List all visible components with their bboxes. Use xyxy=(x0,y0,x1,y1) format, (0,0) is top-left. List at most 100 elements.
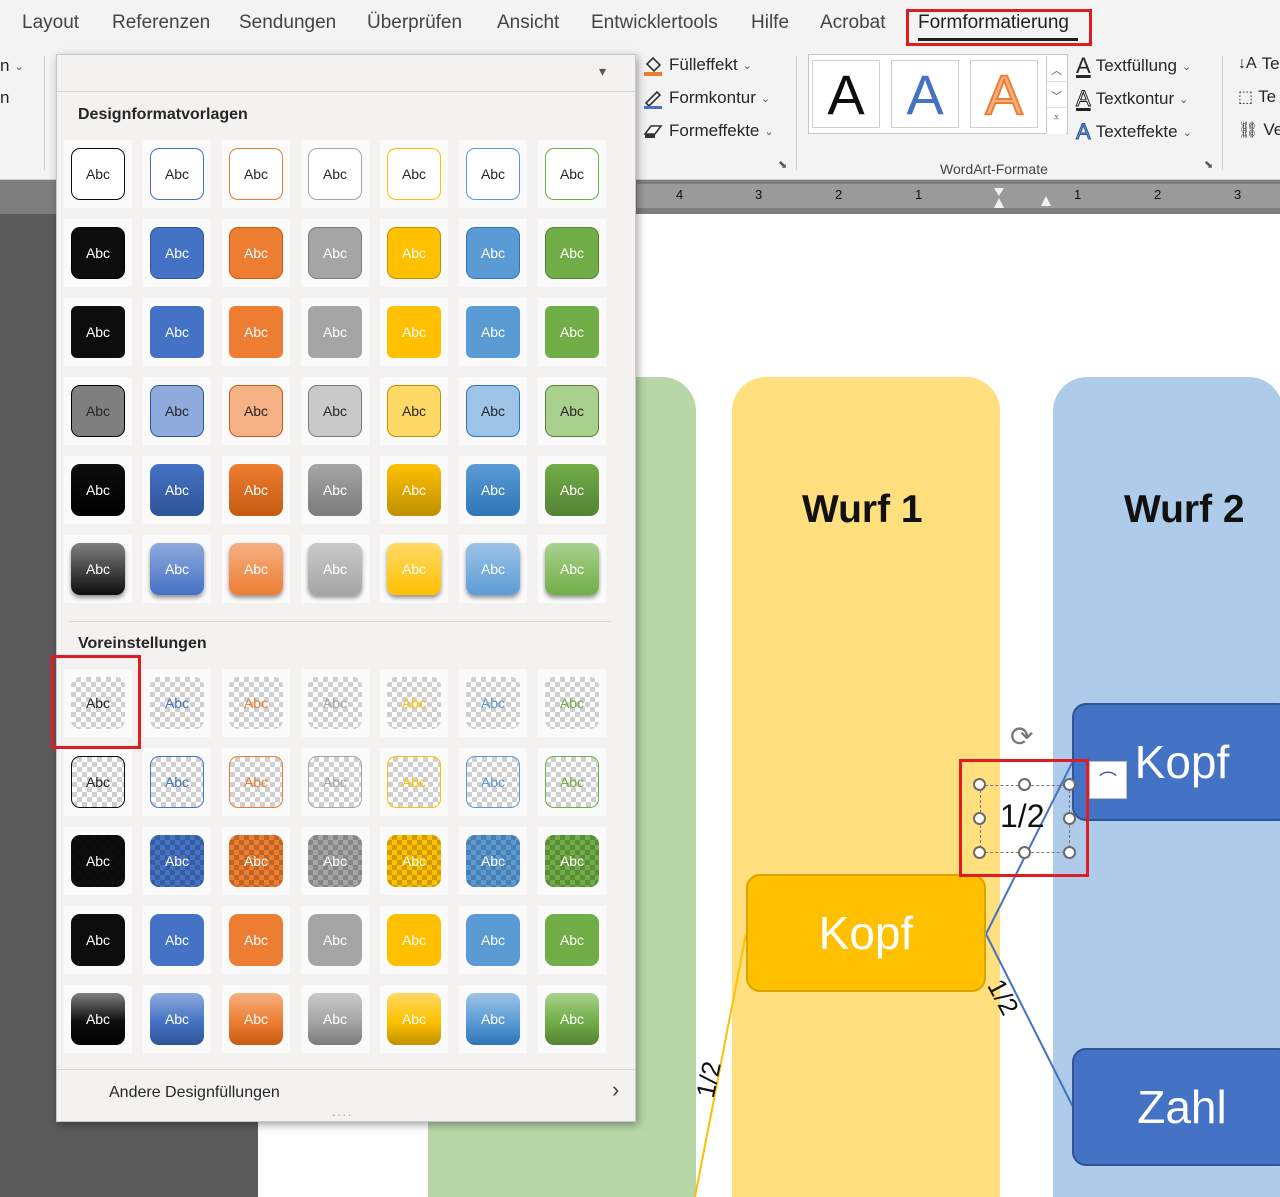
style-option-transparent-outline-orange[interactable]: Abc xyxy=(222,748,290,816)
style-option-shadow-gold[interactable]: Abc xyxy=(380,535,448,603)
style-option-light-gray[interactable]: Abc xyxy=(301,377,369,445)
style-option-light-green[interactable]: Abc xyxy=(538,377,606,445)
style-option-gradient-blue[interactable]: Abc xyxy=(143,456,211,524)
style-option-flat-gold[interactable]: Abc xyxy=(380,906,448,974)
style-option-semi-black[interactable]: Abc xyxy=(64,827,132,895)
style-option-solid-lightblue[interactable]: Abc xyxy=(459,298,527,366)
style-option-light-gold[interactable]: Abc xyxy=(380,377,448,445)
style-option-transparent-gold[interactable]: Abc xyxy=(380,669,448,737)
style-option-gradient-lightblue[interactable]: Abc xyxy=(459,456,527,524)
style-option-gradient-orange[interactable]: Abc xyxy=(222,456,290,524)
dialog-launcher-icon[interactable]: ⬊ xyxy=(1204,158,1213,171)
style-option-transparent-outline-gray[interactable]: Abc xyxy=(301,748,369,816)
style-option-solid-green[interactable]: Abc xyxy=(538,298,606,366)
style-option-transparent-orange[interactable]: Abc xyxy=(222,669,290,737)
style-option-transparent-blue[interactable]: Abc xyxy=(143,669,211,737)
style-option-solid-orange[interactable]: Abc xyxy=(222,298,290,366)
style-option-gradient-gray[interactable]: Abc xyxy=(301,456,369,524)
style-option-outline-gray[interactable]: Abc xyxy=(301,140,369,208)
node-zahl-wurf-2[interactable]: Zahl xyxy=(1072,1048,1280,1166)
style-option-flat-lightblue[interactable]: Abc xyxy=(459,906,527,974)
style-option-subtle-gold[interactable]: Abc xyxy=(380,219,448,287)
style-option-shadow-black[interactable]: Abc xyxy=(64,535,132,603)
scroll-down-icon[interactable]: ﹀ xyxy=(1047,82,1066,108)
style-option-flat-black[interactable]: Abc xyxy=(64,906,132,974)
formkontur-button[interactable]: Formkontur ⌄ xyxy=(642,87,770,109)
style-option-flat-orange[interactable]: Abc xyxy=(222,906,290,974)
tab-stop-marker[interactable] xyxy=(1041,196,1051,206)
ribbon-cut-button-1[interactable]: n ⌄ xyxy=(0,56,24,76)
scroll-up-icon[interactable]: ︿ xyxy=(1047,56,1066,82)
style-option-transparent-outline-gold[interactable]: Abc xyxy=(380,748,448,816)
style-option-outline-black[interactable]: Abc xyxy=(64,140,132,208)
style-option-light-black[interactable]: Abc xyxy=(64,377,132,445)
style-option-gradient-green[interactable]: Abc xyxy=(538,456,606,524)
style-option-transparent-gray[interactable]: Abc xyxy=(301,669,369,737)
style-option-transparent-outline-lightblue[interactable]: Abc xyxy=(459,748,527,816)
style-option-shadow-lightblue[interactable]: Abc xyxy=(459,535,527,603)
wordart-style-orange-outline[interactable]: A xyxy=(970,60,1038,128)
wordart-style-black[interactable]: A xyxy=(812,60,880,128)
style-option-shadow-orange[interactable]: Abc xyxy=(222,535,290,603)
tab-acrobat[interactable]: Acrobat xyxy=(820,12,885,34)
style-option-semi-lightblue[interactable]: Abc xyxy=(459,827,527,895)
style-option-flat-blue[interactable]: Abc xyxy=(143,906,211,974)
ribbon-cut-button-2[interactable]: n xyxy=(0,88,9,108)
node-kopf-wurf-1[interactable]: Kopf xyxy=(746,874,986,992)
layout-options-icon[interactable]: ⌒ xyxy=(1089,761,1127,799)
formeffekte-button[interactable]: Formeffekte ⌄ xyxy=(642,120,774,142)
text-align-button[interactable]: ⬚ Te xyxy=(1238,87,1276,107)
gallery-expand-icon[interactable]: ⩡ xyxy=(1047,108,1066,134)
style-option-outline-lightblue[interactable]: Abc xyxy=(459,140,527,208)
style-option-subtle-lightblue[interactable]: Abc xyxy=(459,219,527,287)
tab-hilfe[interactable]: Hilfe xyxy=(751,12,789,34)
tab-layout[interactable]: Layout xyxy=(22,12,79,34)
style-option-semi-gray[interactable]: Abc xyxy=(301,827,369,895)
style-option-light-blue[interactable]: Abc xyxy=(143,377,211,445)
style-option-subtle-green[interactable]: Abc xyxy=(538,219,606,287)
style-option-glossy-orange[interactable]: Abc xyxy=(222,985,290,1053)
style-option-shadow-blue[interactable]: Abc xyxy=(143,535,211,603)
style-option-glossy-lightblue[interactable]: Abc xyxy=(459,985,527,1053)
chevron-right-icon[interactable]: › xyxy=(612,1077,619,1103)
style-option-outline-orange[interactable]: Abc xyxy=(222,140,290,208)
style-option-transparent-outline-blue[interactable]: Abc xyxy=(143,748,211,816)
style-option-subtle-gray[interactable]: Abc xyxy=(301,219,369,287)
style-option-semi-green[interactable]: Abc xyxy=(538,827,606,895)
style-option-light-orange[interactable]: Abc xyxy=(222,377,290,445)
style-option-solid-blue[interactable]: Abc xyxy=(143,298,211,366)
textkontur-button[interactable]: A Textkontur ⌄ xyxy=(1076,86,1189,112)
link-button[interactable]: ⛓ Ve xyxy=(1238,120,1280,140)
style-option-subtle-blue[interactable]: Abc xyxy=(143,219,211,287)
style-option-solid-gray[interactable]: Abc xyxy=(301,298,369,366)
style-option-glossy-gray[interactable]: Abc xyxy=(301,985,369,1053)
style-option-glossy-blue[interactable]: Abc xyxy=(143,985,211,1053)
style-option-glossy-green[interactable]: Abc xyxy=(538,985,606,1053)
style-option-transparent-lightblue[interactable]: Abc xyxy=(459,669,527,737)
dialog-launcher-icon[interactable]: ⬊ xyxy=(778,158,787,171)
first-line-indent-marker[interactable] xyxy=(994,188,1004,196)
style-option-gradient-black[interactable]: Abc xyxy=(64,456,132,524)
style-option-flat-gray[interactable]: Abc xyxy=(301,906,369,974)
style-option-outline-green[interactable]: Abc xyxy=(538,140,606,208)
style-option-flat-green[interactable]: Abc xyxy=(538,906,606,974)
style-option-transparent-outline-black[interactable]: Abc xyxy=(64,748,132,816)
tab-ueberpruefen[interactable]: Überprüfen xyxy=(367,12,462,34)
style-option-subtle-black[interactable]: Abc xyxy=(64,219,132,287)
style-option-light-lightblue[interactable]: Abc xyxy=(459,377,527,445)
tab-sendungen[interactable]: Sendungen xyxy=(239,12,336,34)
style-option-semi-blue[interactable]: Abc xyxy=(143,827,211,895)
hanging-indent-marker[interactable] xyxy=(994,198,1004,208)
andere-designfuellungen-item[interactable]: Andere Designfüllungen xyxy=(109,1084,280,1102)
style-option-shadow-gray[interactable]: Abc xyxy=(301,535,369,603)
fuelleffekt-button[interactable]: Fülleffekt ⌄ xyxy=(642,54,752,76)
style-option-solid-gold[interactable]: Abc xyxy=(380,298,448,366)
wordart-style-blue[interactable]: A xyxy=(891,60,959,128)
style-option-shadow-green[interactable]: Abc xyxy=(538,535,606,603)
textfuellung-button[interactable]: A Textfüllung ⌄ xyxy=(1076,53,1191,79)
tab-referenzen[interactable]: Referenzen xyxy=(112,12,210,34)
style-option-solid-black[interactable]: Abc xyxy=(64,298,132,366)
chevron-down-icon[interactable]: ▾ xyxy=(599,63,606,80)
style-option-outline-gold[interactable]: Abc xyxy=(380,140,448,208)
style-option-glossy-black[interactable]: Abc xyxy=(64,985,132,1053)
